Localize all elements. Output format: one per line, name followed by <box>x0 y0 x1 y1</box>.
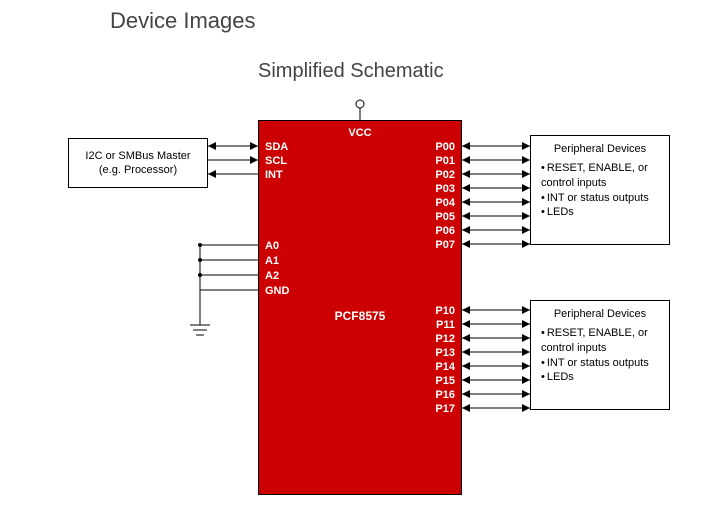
peripheral-header-1: Peripheral Devices <box>539 142 661 157</box>
page-title: Device Images <box>110 8 256 34</box>
pin-a1: A1 <box>265 255 279 267</box>
pin-p15: P15 <box>435 375 455 387</box>
pin-p14: P14 <box>435 361 455 373</box>
chip-block: VCC PCF8575 SDA SCL INT A0 A1 A2 GND P00… <box>258 120 462 495</box>
pin-sda: SDA <box>265 141 288 153</box>
pin-p00: P00 <box>435 141 455 153</box>
pin-p05: P05 <box>435 211 455 223</box>
pin-vcc: VCC <box>259 127 461 139</box>
peripheral-item: INT or status outputs <box>541 191 661 206</box>
pin-p13: P13 <box>435 347 455 359</box>
chip-name: PCF8575 <box>259 309 461 323</box>
pin-a2: A2 <box>265 270 279 282</box>
peripheral-box-1: Peripheral Devices RESET, ENABLE, or con… <box>530 135 670 245</box>
pin-scl: SCL <box>265 155 287 167</box>
pin-p03: P03 <box>435 183 455 195</box>
peripheral-box-2: Peripheral Devices RESET, ENABLE, or con… <box>530 300 670 410</box>
schematic-diagram: VCC PCF8575 SDA SCL INT A0 A1 A2 GND P00… <box>0 90 710 510</box>
pin-gnd: GND <box>265 285 289 297</box>
pin-p10: P10 <box>435 305 455 317</box>
pin-p12: P12 <box>435 333 455 345</box>
peripheral-header-2: Peripheral Devices <box>539 307 661 322</box>
peripheral-item: RESET, ENABLE, or control inputs <box>541 161 661 191</box>
subtitle: Simplified Schematic <box>258 60 444 83</box>
master-line2: (e.g. Processor) <box>77 163 199 177</box>
pin-p04: P04 <box>435 197 455 209</box>
pin-p01: P01 <box>435 155 455 167</box>
peripheral-item: LEDs <box>541 205 661 220</box>
pin-p06: P06 <box>435 225 455 237</box>
pin-int: INT <box>265 169 283 181</box>
peripheral-item: INT or status outputs <box>541 356 661 371</box>
master-box: I2C or SMBus Master (e.g. Processor) <box>68 138 208 188</box>
pin-p07: P07 <box>435 239 455 251</box>
peripheral-item: RESET, ENABLE, or control inputs <box>541 326 661 356</box>
pin-p02: P02 <box>435 169 455 181</box>
peripheral-item: LEDs <box>541 370 661 385</box>
pin-p11: P11 <box>436 319 455 331</box>
pin-a0: A0 <box>265 240 279 252</box>
master-line1: I2C or SMBus Master <box>77 149 199 163</box>
pin-p16: P16 <box>435 389 455 401</box>
pin-p17: P17 <box>435 403 455 415</box>
